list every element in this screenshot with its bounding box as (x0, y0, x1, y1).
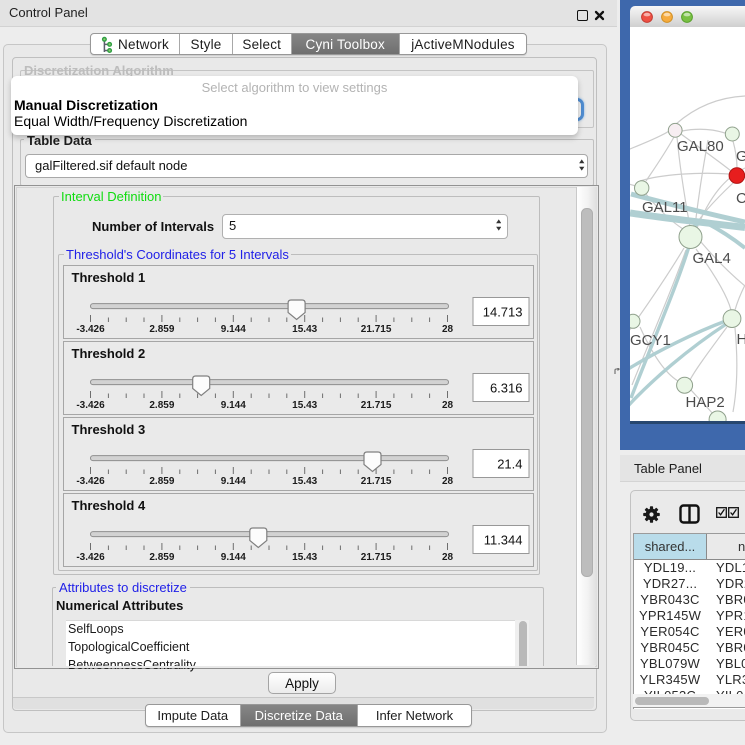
svg-text:21.715: 21.715 (360, 552, 391, 563)
svg-text:GCY1: GCY1 (630, 332, 671, 349)
svg-text:HAP2: HAP2 (686, 394, 725, 411)
svg-text:-3.426: -3.426 (76, 476, 105, 487)
svg-text:C: C (736, 190, 745, 207)
svg-text:15.43: 15.43 (292, 324, 317, 335)
svg-text:2.859: 2.859 (149, 552, 174, 563)
svg-text:6.316: 6.316 (489, 381, 522, 396)
svg-text:9.144: 9.144 (220, 400, 245, 411)
svg-text:28: 28 (441, 324, 453, 335)
svg-text:28: 28 (441, 476, 453, 487)
svg-text:-3.426: -3.426 (76, 324, 105, 335)
svg-text:-3.426: -3.426 (76, 552, 105, 563)
svg-text:9.144: 9.144 (220, 476, 245, 487)
svg-text:15.43: 15.43 (292, 552, 317, 563)
svg-text:2.859: 2.859 (149, 476, 174, 487)
svg-text:Threshold 4: Threshold 4 (71, 498, 145, 513)
svg-text:GAL4: GAL4 (693, 250, 731, 267)
svg-text:Threshold 1: Threshold 1 (71, 270, 145, 285)
svg-text:2.859: 2.859 (149, 400, 174, 411)
svg-text:9.144: 9.144 (220, 324, 245, 335)
svg-text:28: 28 (441, 400, 453, 411)
svg-text:15.43: 15.43 (292, 476, 317, 487)
svg-text:GAL11: GAL11 (642, 199, 688, 216)
svg-text:Threshold 2: Threshold 2 (71, 346, 145, 361)
svg-text:15.43: 15.43 (292, 400, 317, 411)
svg-text:H: H (737, 331, 745, 348)
svg-text:-3.426: -3.426 (76, 400, 105, 411)
svg-text:14.713: 14.713 (482, 305, 522, 320)
svg-text:21.715: 21.715 (360, 400, 391, 411)
svg-text:GAL80: GAL80 (677, 138, 724, 155)
svg-text:28: 28 (441, 552, 453, 563)
svg-text:9.144: 9.144 (220, 552, 245, 563)
svg-text:2.859: 2.859 (149, 324, 174, 335)
svg-text:GA: GA (736, 148, 745, 165)
svg-text:Threshold 3: Threshold 3 (71, 422, 145, 437)
svg-text:21.715: 21.715 (360, 476, 391, 487)
svg-text:21.715: 21.715 (360, 324, 391, 335)
svg-text:21.4: 21.4 (497, 457, 522, 472)
svg-text:11.344: 11.344 (483, 533, 522, 548)
